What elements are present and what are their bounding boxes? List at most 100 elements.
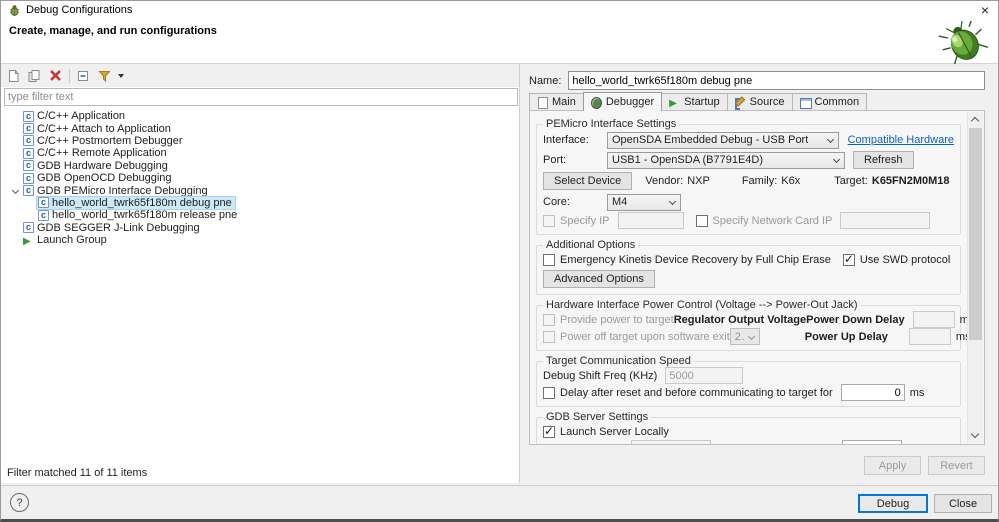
chevron-down-icon [827, 136, 835, 144]
vertical-scrollbar[interactable] [967, 112, 983, 443]
c-icon [38, 197, 49, 209]
tree-item[interactable]: GDB OpenOCD Debugging [1, 172, 519, 184]
debug-button[interactable]: Debug [858, 494, 928, 513]
regulator-voltage-label: Regulator Output Voltage [673, 313, 807, 326]
debug-configurations-dialog: Debug Configurations × Create, manage, a… [0, 0, 999, 522]
delay-after-reset-label: Delay after reset and before communicati… [560, 386, 833, 399]
tab-bar: Main Debugger ▶ Startup Source Common [529, 91, 985, 111]
use-swd-checkbox[interactable] [842, 252, 855, 266]
c-icon [23, 147, 34, 159]
specify-ip-checkbox [543, 214, 555, 227]
family-label: Family: [741, 175, 778, 187]
launch-icon [23, 235, 34, 246]
c-icon [23, 135, 34, 147]
delay-input[interactable] [840, 384, 905, 401]
port-select[interactable]: USB1 - OpenSDA (B7791E4D) [607, 151, 845, 169]
core-select[interactable]: M4 [607, 193, 681, 211]
play-icon [669, 97, 680, 108]
filter-input[interactable] [4, 88, 518, 106]
compatible-hardware-link[interactable]: Compatible Hardware [848, 134, 954, 146]
tree-item[interactable]: hello_world_twrk65f180m debug pne [1, 195, 519, 210]
group-title: Target Communication Speed [543, 355, 694, 367]
expand-arrow-icon[interactable] [11, 185, 22, 197]
power-control-group: Hardware Interface Power Control (Voltag… [536, 299, 974, 351]
communication-speed-group: Target Communication Speed Debug Shift F… [536, 355, 961, 407]
delete-configuration-icon[interactable] [46, 67, 64, 85]
filter-configurations-icon[interactable] [96, 67, 114, 85]
select-device-button[interactable]: Select Device [543, 172, 633, 190]
power-up-delay-label: Power Up Delay [804, 330, 888, 343]
configuration-detail-panel: Name: Main [526, 64, 998, 483]
tree-item[interactable]: GDB SEGGER J-Link Debugging [1, 222, 519, 234]
apply-button: Apply [864, 456, 921, 475]
tab[interactable]: Source [726, 93, 793, 110]
tree-item[interactable]: C/C++ Postmortem Debugger [1, 135, 519, 147]
specify-ip-label: Specify IP [560, 214, 610, 227]
bug-icon [590, 96, 602, 109]
tree-item[interactable]: GDB Hardware Debugging [1, 160, 519, 172]
name-input[interactable] [568, 71, 985, 90]
window-close-icon[interactable]: × [979, 3, 991, 17]
tree-item[interactable]: C/C++ Remote Application [1, 147, 519, 159]
page-icon [537, 96, 548, 109]
collapse-all-icon[interactable] [75, 67, 93, 85]
window-icon [799, 97, 812, 109]
refresh-button[interactable]: Refresh [853, 151, 914, 169]
tab[interactable]: Common [791, 93, 868, 110]
help-icon[interactable]: ? [10, 493, 29, 512]
new-configuration-icon[interactable] [4, 67, 22, 85]
tree-item[interactable]: C/C++ Attach to Application [1, 122, 519, 135]
vendor-value: NXP [687, 175, 710, 187]
provide-power-checkbox [543, 313, 555, 326]
power-down-delay-label: Power Down Delay [806, 313, 905, 326]
power-up-delay-input [908, 328, 951, 345]
tab[interactable]: Debugger [582, 92, 663, 111]
scroll-up-icon[interactable] [968, 112, 983, 127]
pemicro-interface-settings-group: PEMicro Interface Settings Interface: Op… [536, 118, 961, 235]
filter-menu-caret-icon[interactable] [118, 73, 124, 78]
interface-label: Interface: [543, 134, 589, 146]
voltage-select: 2V [729, 328, 760, 345]
freq-label: Debug Shift Freq (KHz) [543, 369, 658, 382]
port-label: Port: [543, 154, 567, 166]
launch-server-locally-checkbox[interactable] [543, 424, 555, 438]
hostname-input [631, 440, 711, 444]
advanced-options-button[interactable]: Advanced Options [543, 269, 655, 288]
specify-network-checkbox[interactable] [695, 214, 708, 227]
tree-item-label: C/C++ Postmortem Debugger [37, 134, 183, 147]
launch-server-locally-label: Launch Server Locally [560, 425, 669, 438]
tree-item-label: GDB SEGGER J-Link Debugging [37, 221, 200, 234]
emergency-recovery-checkbox[interactable] [543, 253, 555, 266]
tree-item[interactable]: C/C++ Application [1, 110, 519, 122]
tab[interactable]: Main [529, 93, 584, 110]
power-off-label: Power off target upon software exit [560, 330, 730, 343]
group-title: GDB Server Settings [543, 411, 652, 423]
tab[interactable]: Startup [661, 93, 728, 110]
tab-label: Debugger [605, 96, 655, 108]
tree-item-label: hello_world_twrk65f180m debug pne [52, 196, 232, 209]
close-button[interactable]: Close [934, 494, 992, 513]
scrollbar-thumb[interactable] [969, 128, 982, 340]
delay-after-reset-checkbox[interactable] [543, 386, 555, 399]
scroll-down-icon[interactable] [968, 428, 983, 443]
c-icon [38, 209, 49, 221]
core-label: Core: [543, 196, 570, 208]
tree-item[interactable]: hello_world_twrk65f180m release pne [1, 209, 519, 221]
configurations-toolbar [1, 64, 519, 87]
dialog-footer: ? Debug Close [1, 485, 998, 519]
c-icon [23, 172, 34, 184]
tree-item[interactable]: Launch Group [1, 234, 519, 246]
vendor-label: Vendor: [645, 175, 684, 187]
family-value: K6x [781, 175, 801, 187]
tab-label: Startup [684, 96, 720, 108]
tree-item-label: Launch Group [37, 234, 107, 247]
configurations-panel: C/C++ Application C/C++ Attach to Applic… [1, 64, 520, 483]
target-label: Target: [834, 175, 868, 187]
title-bar: Debug Configurations × [1, 1, 998, 19]
duplicate-configuration-icon[interactable] [25, 67, 43, 85]
server-port-input[interactable] [841, 440, 902, 444]
tree-item[interactable]: GDB PEMicro Interface Debugging [1, 184, 519, 197]
interface-select[interactable]: OpenSDA Embedded Debug - USB Port [607, 131, 839, 149]
tree-item-label: GDB PEMicro Interface Debugging [37, 184, 208, 197]
dialog-body: C/C++ Application C/C++ Attach to Applic… [1, 64, 998, 483]
